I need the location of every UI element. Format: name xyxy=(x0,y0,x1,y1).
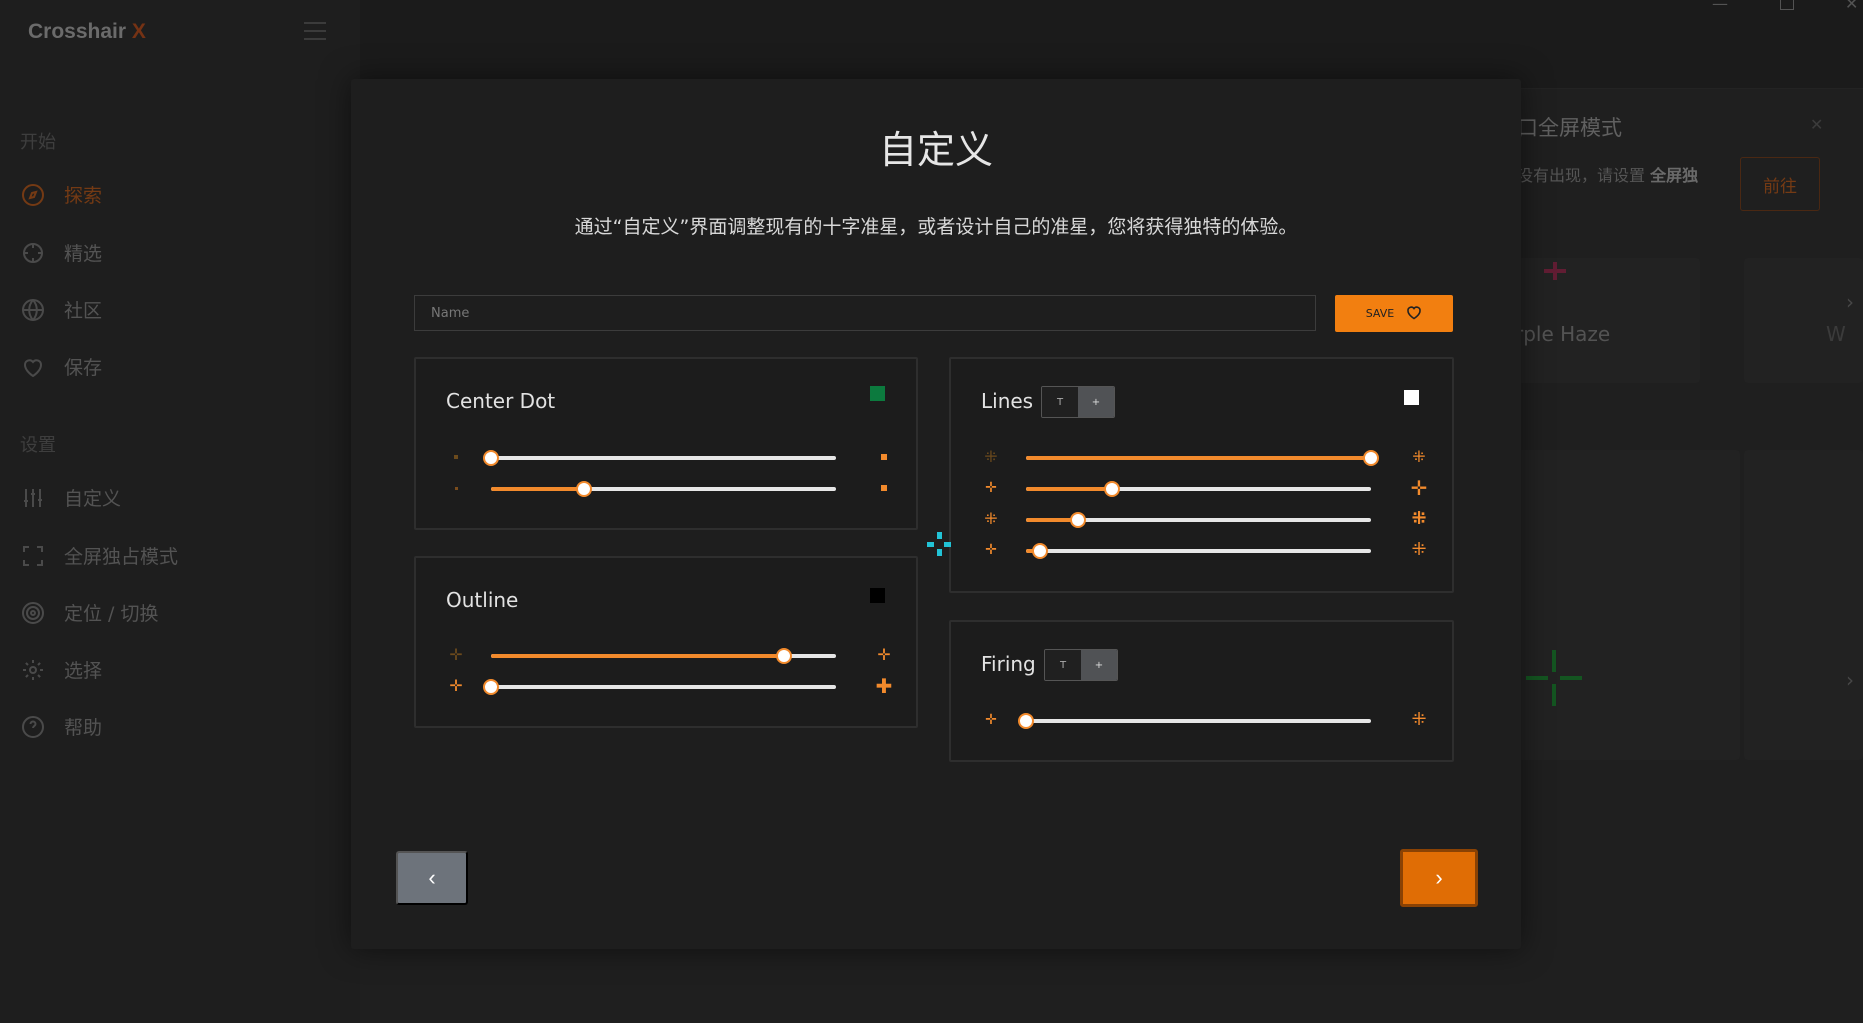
slider-track xyxy=(491,685,836,689)
center-dot-color-swatch[interactable] xyxy=(870,386,885,401)
toggle-plus-style[interactable]: + xyxy=(1078,387,1114,417)
slider-track xyxy=(1026,719,1371,723)
slider-handle[interactable] xyxy=(1363,450,1379,466)
dot-small-icon xyxy=(446,447,466,467)
chevron-right-icon: › xyxy=(1435,865,1443,890)
crosshair-short-icon: ✛ xyxy=(985,480,997,496)
slider-handle[interactable] xyxy=(776,648,793,664)
heart-icon xyxy=(1406,305,1422,323)
center-dot-opacity-slider[interactable] xyxy=(446,478,896,498)
previous-button[interactable]: ‹ xyxy=(396,851,468,905)
lines-thickness-slider[interactable]: ⁜ ⁜ xyxy=(981,509,1431,529)
center-dot-panel: Center Dot xyxy=(414,357,918,530)
slider-fill xyxy=(491,654,785,658)
slider-track xyxy=(491,456,836,460)
firing-style-toggle[interactable]: T + xyxy=(1044,649,1118,681)
slider-handle[interactable] xyxy=(1104,481,1121,497)
slider-track xyxy=(1026,549,1371,553)
firing-panel: Firing T + ✛ ⁜ xyxy=(949,620,1454,762)
slider-handle[interactable] xyxy=(1069,512,1086,528)
outline-color-swatch[interactable] xyxy=(870,588,885,603)
lines-length-slider[interactable]: ✛ ✛ xyxy=(981,478,1431,498)
customize-dialog: 自定义 通过“自定义”界面调整现有的十字准星，或者设计自己的准星，您将获得独特的… xyxy=(351,79,1521,949)
slider-handle[interactable] xyxy=(576,481,593,497)
lines-panel: Lines T + ⁜ ⁜ ✛ ✛ ⁜ ⁜ ✛ ⁜ xyxy=(949,357,1454,593)
crosshair-large-gap-icon: ⁜ xyxy=(1411,539,1427,560)
slider-fill xyxy=(1026,456,1371,460)
outline-panel: Outline ✛ ✛ ✛ ✚ xyxy=(414,556,918,728)
crosshair-faint-icon: ✛ xyxy=(449,645,463,664)
lines-gap-slider[interactable]: ✛ ⁜ xyxy=(981,540,1431,560)
next-button[interactable]: › xyxy=(1400,849,1478,907)
firing-spread-slider[interactable]: ✛ ⁜ xyxy=(981,710,1431,730)
chevron-left-icon: ‹ xyxy=(428,865,436,890)
crosshair-tight-icon: ✛ xyxy=(985,712,997,728)
dot-faint-icon xyxy=(446,478,466,498)
lines-style-toggle[interactable]: T + xyxy=(1041,386,1115,418)
slider-fill xyxy=(491,487,585,491)
dot-large-icon xyxy=(874,447,894,467)
crosshair-preview-icon xyxy=(925,530,953,558)
panel-title: Firing xyxy=(981,652,1036,676)
toggle-plus-style[interactable]: + xyxy=(1081,650,1117,680)
crosshair-spread-icon: ⁜ xyxy=(1411,709,1427,730)
dialog-title: 自定义 xyxy=(878,128,993,172)
slider-handle[interactable] xyxy=(483,450,499,466)
lines-opacity-slider[interactable]: ⁜ ⁜ xyxy=(981,447,1431,467)
toggle-t-style[interactable]: T xyxy=(1042,387,1078,417)
slider-handle[interactable] xyxy=(1018,713,1034,729)
panel-title: Lines xyxy=(981,389,1034,413)
outline-opacity-slider[interactable]: ✛ ✛ xyxy=(446,645,896,665)
slider-handle[interactable] xyxy=(483,679,499,695)
dialog-description: 通过“自定义”界面调整现有的十字准星，或者设计自己的准星，您将获得独特的体验。 xyxy=(574,216,1298,238)
crosshair-gap-faint-icon: ⁜ xyxy=(984,447,998,466)
crosshair-gap-icon: ⁜ xyxy=(1412,447,1426,466)
panel-title: Center Dot xyxy=(446,389,556,413)
crosshair-small-gap-icon: ✛ xyxy=(985,542,997,558)
save-button[interactable]: SAVE xyxy=(1335,295,1453,332)
name-input[interactable] xyxy=(414,295,1316,331)
center-dot-size-slider[interactable] xyxy=(446,447,896,467)
slider-fill xyxy=(1026,487,1113,491)
crosshair-thick-icon: ⁜ xyxy=(1411,508,1427,529)
lines-color-swatch[interactable] xyxy=(1404,390,1419,405)
outline-thickness-slider[interactable]: ✛ ✚ xyxy=(446,676,896,696)
crosshair-icon: ✛ xyxy=(877,645,891,664)
panel-title: Outline xyxy=(446,588,519,612)
slider-handle[interactable] xyxy=(1031,543,1048,559)
toggle-t-style[interactable]: T xyxy=(1045,650,1081,680)
save-label: SAVE xyxy=(1365,307,1395,320)
crosshair-thick-icon: ✚ xyxy=(875,674,893,698)
dot-solid-icon xyxy=(874,478,894,498)
crosshair-long-icon: ✛ xyxy=(1410,476,1428,500)
app-window: Crosshair X 开始 探索 精选 社区 保存 设置 自定义 全屏独占模式 xyxy=(0,0,1863,1023)
crosshair-thin-icon: ⁜ xyxy=(984,509,998,528)
crosshair-thin-icon: ✛ xyxy=(449,676,463,695)
